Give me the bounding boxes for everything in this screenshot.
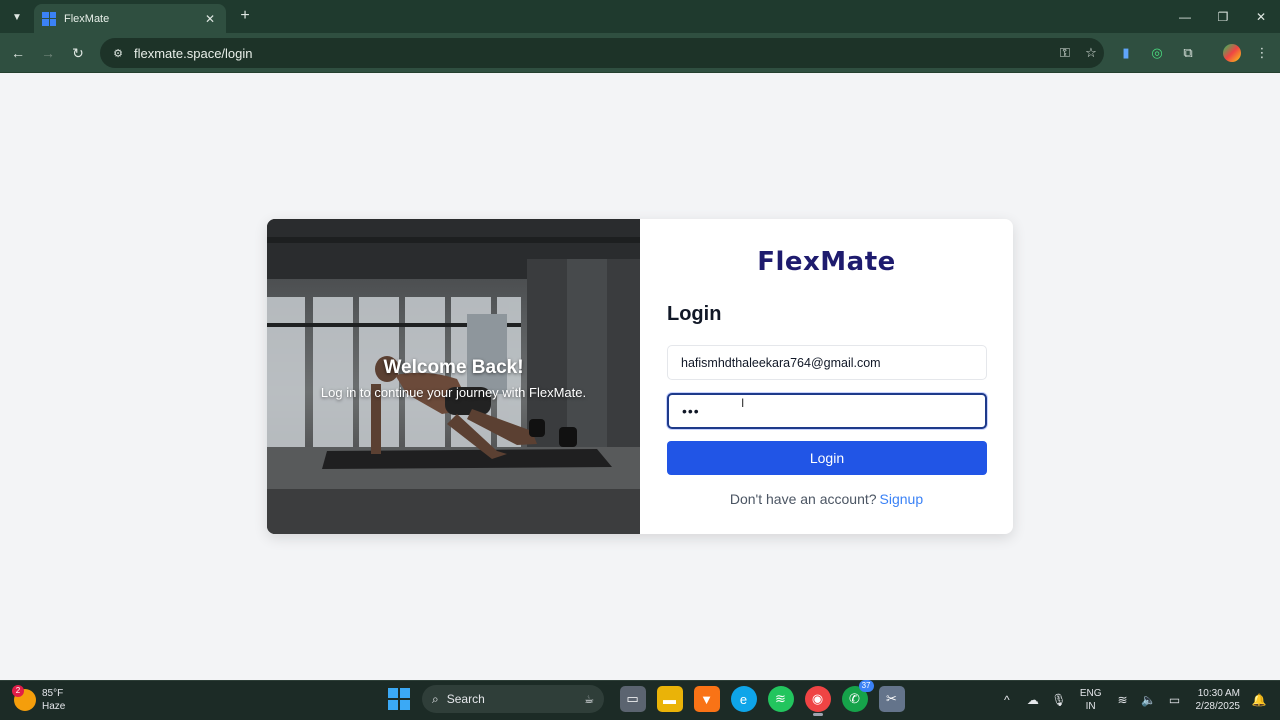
weather-widget[interactable]: 2 85°F Haze xyxy=(12,685,65,713)
tab-title: FlexMate xyxy=(64,12,110,25)
haze-sun-icon: 2 xyxy=(12,685,36,711)
password-field[interactable] xyxy=(667,393,987,429)
tab-strip: ▼ FlexMate ✕ + — ❐ ✕ xyxy=(0,0,1280,33)
kebab-menu-icon[interactable]: ⋮ xyxy=(1252,43,1272,63)
taskbar-apps: ⌕ Search ☕ ▭ ▬ ▼ e ≋ ◉ ✆ 37 ✂ xyxy=(388,680,910,716)
restore-icon[interactable]: ❐ xyxy=(1204,0,1242,33)
task-view-icon[interactable]: ▭ xyxy=(619,686,646,712)
login-card: Welcome Back! Log in to continue your jo… xyxy=(267,219,1013,534)
close-icon[interactable]: ✕ xyxy=(202,12,218,26)
windows-start-icon[interactable] xyxy=(388,688,410,710)
search-icon: ⌕ xyxy=(432,691,439,706)
weather-desc: Haze xyxy=(42,701,66,712)
text-cursor-icon: I xyxy=(741,396,745,410)
key-icon[interactable]: ⚿ xyxy=(1052,42,1078,64)
extension-circle-icon[interactable]: ◎ xyxy=(1147,43,1167,63)
edge-browser-icon[interactable]: e xyxy=(730,686,757,712)
email-field[interactable] xyxy=(667,345,987,380)
whatsapp-icon[interactable]: ✆ 37 xyxy=(841,680,874,712)
form-title: Login xyxy=(667,303,722,325)
tune-icon[interactable]: ⚙ xyxy=(104,42,132,64)
extension-book-icon[interactable]: ▮ xyxy=(1116,43,1136,63)
search-highlight-icon: ☕ xyxy=(584,693,594,706)
onedrive-icon[interactable]: ☁ xyxy=(1023,685,1043,715)
browser-toolbar: ← → ↻ ⚙ flexmate.space/login ⚿ ☆ ▮ ◎ ⧉ ⋮ xyxy=(0,33,1280,73)
tab-search-button[interactable]: ▼ xyxy=(6,6,28,28)
clock[interactable]: 10:30 AM 2/28/2025 xyxy=(1196,687,1241,713)
lang-line-1: ENG xyxy=(1079,688,1102,699)
hero-subtitle: Log in to continue your journey with Fle… xyxy=(320,385,587,400)
plus-icon[interactable]: + xyxy=(236,7,254,25)
active-tab[interactable]: FlexMate ✕ xyxy=(34,4,226,33)
star-icon[interactable]: ☆ xyxy=(1078,42,1104,64)
puzzle-icon[interactable]: ⧉ xyxy=(1178,43,1198,63)
notification-bell-icon[interactable]: 🔔 xyxy=(1249,685,1269,715)
window-controls: — ❐ ✕ xyxy=(1166,0,1280,33)
hero-caption: Welcome Back! Log in to continue your jo… xyxy=(267,357,640,400)
brand-logo: FlexMate xyxy=(757,247,896,277)
hero-title: Welcome Back! xyxy=(383,357,524,378)
arrow-right-icon[interactable]: → xyxy=(38,43,58,63)
language-indicator[interactable]: ENG IN xyxy=(1080,687,1102,713)
weather-text: 85°F Haze xyxy=(42,687,65,713)
url-text[interactable]: flexmate.space/login xyxy=(134,46,1052,61)
chrome-icon[interactable]: ◉ xyxy=(804,686,831,716)
file-explorer-icon[interactable]: ▬ xyxy=(656,686,683,712)
system-tray: ^ ☁ 🎙 ENG IN ≋ 🔈 ▭ 10:30 AM 2/28/2025 🔔 xyxy=(994,685,1272,715)
login-button[interactable]: Login xyxy=(667,441,987,475)
window-close-icon[interactable]: ✕ xyxy=(1242,0,1280,33)
chevron-down-icon: ▼ xyxy=(12,11,22,23)
signup-row: Don't have an account? Signup xyxy=(640,491,1013,507)
login-form: FlexMate Login Login Don't have an accou… xyxy=(640,219,1013,534)
weather-temp: 85°F xyxy=(42,688,64,699)
avatar[interactable] xyxy=(1222,43,1242,63)
taskbar: 2 85°F Haze ⌕ Search ☕ ▭ ▬ ▼ e ≋ ◉ ✆ 37 … xyxy=(0,680,1280,720)
brave-browser-icon[interactable]: ▼ xyxy=(693,686,720,712)
address-bar[interactable]: ⚙ flexmate.space/login ⚿ ☆ xyxy=(100,38,1104,68)
signup-prompt: Don't have an account? xyxy=(729,491,877,507)
signup-link[interactable]: Signup xyxy=(880,491,924,507)
search-label: Search xyxy=(446,692,485,706)
microphone-icon[interactable]: 🎙 xyxy=(1049,685,1069,715)
whatsapp-badge: 37 xyxy=(858,680,874,692)
chevron-up-icon[interactable]: ^ xyxy=(997,685,1017,715)
spotify-icon[interactable]: ≋ xyxy=(767,686,794,712)
clock-date: 2/28/2025 xyxy=(1195,701,1241,712)
arrow-left-icon[interactable]: ← xyxy=(8,43,28,63)
reload-icon[interactable]: ↻ xyxy=(68,43,88,63)
minimize-icon[interactable]: — xyxy=(1166,0,1204,33)
flexmate-favicon-icon xyxy=(42,11,56,26)
hero-image: Welcome Back! Log in to continue your jo… xyxy=(267,219,640,534)
battery-icon[interactable]: ▭ xyxy=(1165,685,1185,715)
wifi-icon[interactable]: ≋ xyxy=(1113,685,1133,715)
taskbar-search[interactable]: ⌕ Search ☕ xyxy=(422,685,604,713)
volume-icon[interactable]: 🔈 xyxy=(1139,685,1159,715)
lang-line-2: IN xyxy=(1085,701,1096,712)
weather-badge: 2 xyxy=(12,685,24,697)
clock-time: 10:30 AM xyxy=(1197,688,1240,699)
snipping-tool-icon[interactable]: ✂ xyxy=(878,686,905,712)
